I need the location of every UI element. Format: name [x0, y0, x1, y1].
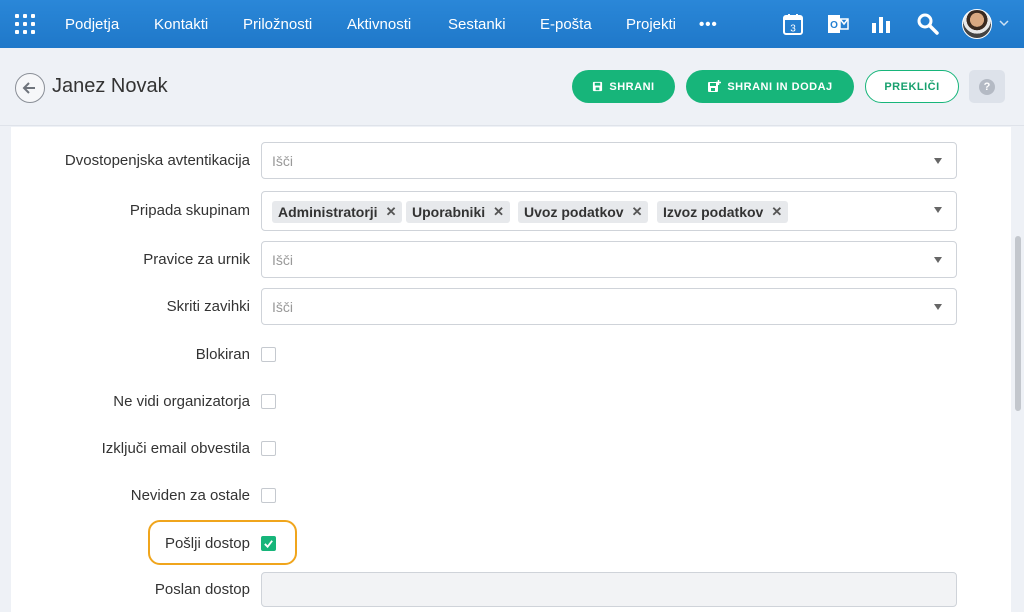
- save-and-add-button[interactable]: SHRANI IN DODAJ: [686, 70, 854, 103]
- help-button[interactable]: ?: [969, 70, 1005, 103]
- group-tag-label: Administratorji: [278, 204, 378, 220]
- invisible-label: Neviden za ostale: [130, 487, 250, 504]
- save-button-label: SHRANI: [609, 80, 655, 93]
- chevron-down-icon[interactable]: [998, 17, 1010, 29]
- send-access-checkbox[interactable]: [261, 536, 276, 551]
- nav-item-aktivnosti[interactable]: Aktivnosti: [347, 16, 411, 33]
- page-title: Janez Novak: [52, 75, 168, 97]
- groups-multiselect[interactable]: Administratorji ✕ Uporabniki ✕ Uvoz poda…: [261, 191, 957, 231]
- group-tag: Administratorji ✕: [272, 201, 403, 223]
- page-header: Janez Novak SHRANI SHRANI IN DODAJ PREKL…: [0, 48, 1024, 126]
- help-icon: ?: [979, 78, 995, 95]
- hidden-tabs-select[interactable]: Išči: [261, 288, 957, 325]
- access-sent-field: [261, 572, 957, 607]
- group-tag-label: Uporabniki: [412, 204, 486, 220]
- outlook-icon[interactable]: O: [826, 12, 850, 36]
- cancel-button[interactable]: PREKLIČI: [865, 70, 959, 103]
- blocked-checkbox[interactable]: [261, 347, 276, 362]
- save-button[interactable]: SHRANI: [572, 70, 675, 103]
- nav-more-menu[interactable]: •••: [699, 16, 718, 33]
- schedule-rights-select[interactable]: Išči: [261, 241, 957, 278]
- reports-icon[interactable]: [869, 12, 893, 36]
- caret-down-icon: [934, 303, 942, 310]
- hidden-tabs-label: Skriti zavihki: [166, 298, 250, 315]
- groups-label: Pripada skupinam: [129, 202, 250, 219]
- schedule-rights-label: Pravice za urnik: [143, 251, 250, 268]
- group-tag-label: Izvoz podatkov: [663, 204, 764, 220]
- save-icon: [593, 81, 603, 92]
- caret-down-icon: [934, 256, 942, 263]
- remove-tag-icon[interactable]: ✕: [632, 204, 643, 220]
- nav-item-eposta[interactable]: E-pošta: [540, 16, 592, 33]
- group-tag: Uporabniki ✕: [406, 201, 511, 223]
- nav-item-projekti[interactable]: Projekti: [626, 16, 676, 33]
- invisible-checkbox[interactable]: [261, 488, 276, 503]
- two-factor-select[interactable]: Išči: [261, 142, 957, 179]
- schedule-rights-placeholder: Išči: [272, 251, 293, 268]
- nav-item-kontakti[interactable]: Kontakti: [154, 16, 208, 33]
- scrollbar[interactable]: [1015, 236, 1021, 411]
- group-tag-label: Uvoz podatkov: [524, 204, 624, 220]
- disable-email-label: Izključi email obvestila: [101, 440, 250, 457]
- nav-item-priloznosti[interactable]: Priložnosti: [243, 16, 312, 33]
- search-icon[interactable]: [916, 12, 940, 36]
- blocked-label: Blokiran: [195, 346, 250, 363]
- hide-organizer-checkbox[interactable]: [261, 394, 276, 409]
- save-add-icon: [708, 80, 722, 92]
- nav-item-sestanki[interactable]: Sestanki: [448, 16, 506, 33]
- user-avatar[interactable]: [962, 9, 992, 39]
- remove-tag-icon[interactable]: ✕: [771, 204, 782, 220]
- calendar-day-text: 3: [790, 24, 796, 35]
- remove-tag-icon[interactable]: ✕: [386, 204, 397, 220]
- caret-down-icon: [934, 207, 942, 213]
- remove-tag-icon[interactable]: ✕: [493, 204, 504, 220]
- arrow-left-icon: [22, 82, 35, 94]
- top-nav-bar: Podjetja Kontakti Priložnosti Aktivnosti…: [0, 0, 1024, 48]
- caret-down-icon: [934, 157, 942, 164]
- checkmark-icon: [264, 540, 273, 549]
- send-access-label: Pošlji dostop: [164, 535, 250, 552]
- two-factor-label: Dvostopenjska avtentikacija: [64, 152, 250, 169]
- back-button[interactable]: [15, 73, 45, 103]
- calendar-icon[interactable]: 3: [781, 12, 805, 36]
- save-and-add-button-label: SHRANI IN DODAJ: [727, 80, 833, 93]
- hidden-tabs-placeholder: Išči: [272, 298, 293, 315]
- two-factor-placeholder: Išči: [272, 152, 293, 169]
- nav-item-podjetja[interactable]: Podjetja: [65, 16, 119, 33]
- svg-text:O: O: [830, 20, 838, 31]
- group-tag: Izvoz podatkov ✕: [657, 201, 789, 223]
- access-sent-label: Poslan dostop: [154, 581, 250, 598]
- group-tag: Uvoz podatkov ✕: [518, 201, 649, 223]
- hide-organizer-label: Ne vidi organizatorja: [113, 393, 250, 410]
- disable-email-checkbox[interactable]: [261, 441, 276, 456]
- apps-grid-icon[interactable]: [15, 14, 35, 34]
- cancel-button-label: PREKLIČI: [884, 80, 940, 93]
